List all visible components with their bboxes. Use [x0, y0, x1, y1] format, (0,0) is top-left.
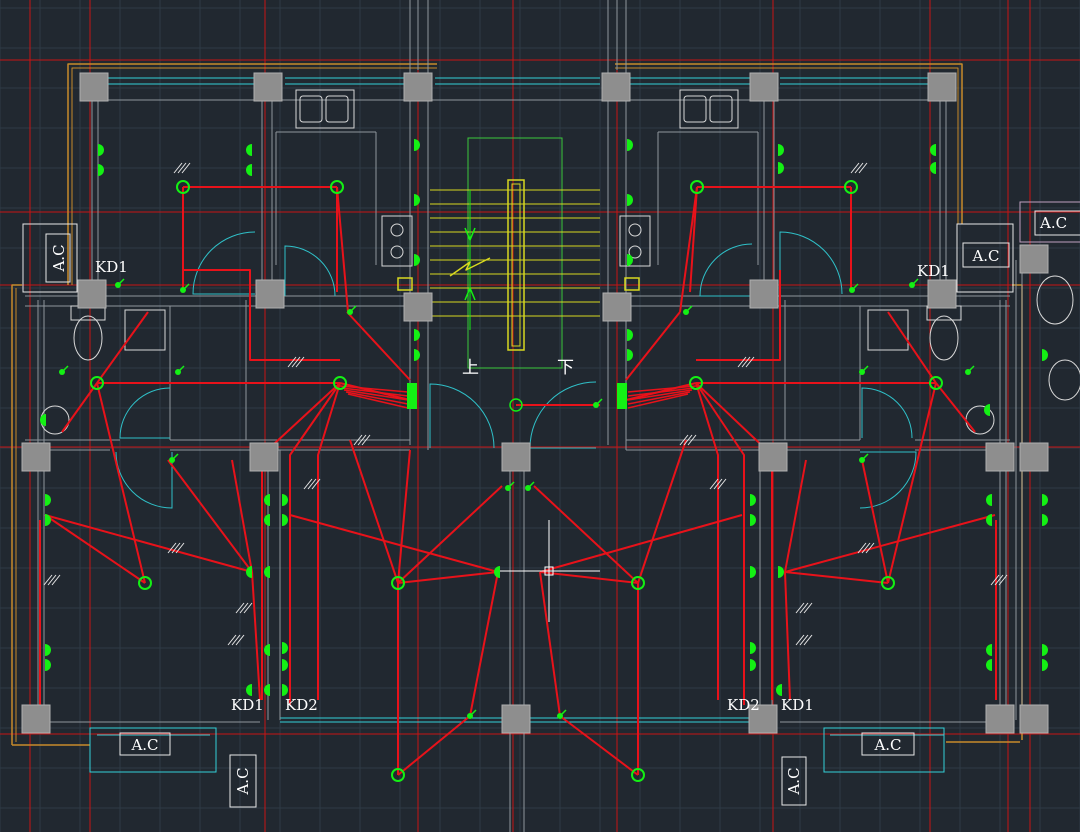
column: [758, 442, 788, 472]
kd1-label-lower-left: KD1: [231, 696, 264, 714]
column: [927, 279, 957, 309]
kd2-label-lower-left: KD2: [285, 696, 318, 714]
electrical-floor-plan[interactable]: A.C A.C A.C A.C A.C A.C A.C KD1 KD1 KD1 …: [0, 0, 1080, 832]
ac-label: A.C: [130, 736, 158, 754]
column: [403, 292, 433, 322]
ac-label: A.C: [234, 767, 252, 795]
ac-label: A.C: [873, 736, 901, 754]
cad-drawing-viewport[interactable]: A.C A.C A.C A.C A.C A.C A.C KD1 KD1 KD1 …: [0, 0, 1080, 832]
drawing-background: [0, 0, 1080, 832]
column: [255, 279, 285, 309]
kd1-label-upper-right: KD1: [917, 262, 950, 280]
column: [79, 72, 109, 102]
column: [21, 704, 51, 734]
column: [253, 72, 283, 102]
column: [249, 442, 279, 472]
kd1-label-upper-left: KD1: [95, 258, 128, 276]
column: [1019, 704, 1049, 734]
column: [403, 72, 433, 102]
column: [1019, 442, 1049, 472]
column: [985, 442, 1015, 472]
ac-label: A.C: [971, 247, 999, 265]
distribution-panel: [407, 383, 417, 409]
stair-down-label: 下: [557, 358, 574, 378]
kd2-label-lower-right: KD2: [727, 696, 760, 714]
column: [927, 72, 957, 102]
column: [21, 442, 51, 472]
column: [749, 279, 779, 309]
distribution-panel: [617, 383, 627, 409]
column: [77, 279, 107, 309]
column: [601, 72, 631, 102]
column: [1019, 244, 1049, 274]
ac-label: A.C: [785, 767, 803, 795]
column: [602, 292, 632, 322]
column: [501, 704, 531, 734]
column: [985, 704, 1015, 734]
column: [501, 442, 531, 472]
stair-up-label: 上: [462, 358, 479, 378]
ac-label: A.C: [1039, 214, 1067, 232]
column: [749, 72, 779, 102]
kd1-label-lower-right: KD1: [781, 696, 814, 714]
ac-label: A.C: [50, 244, 68, 272]
